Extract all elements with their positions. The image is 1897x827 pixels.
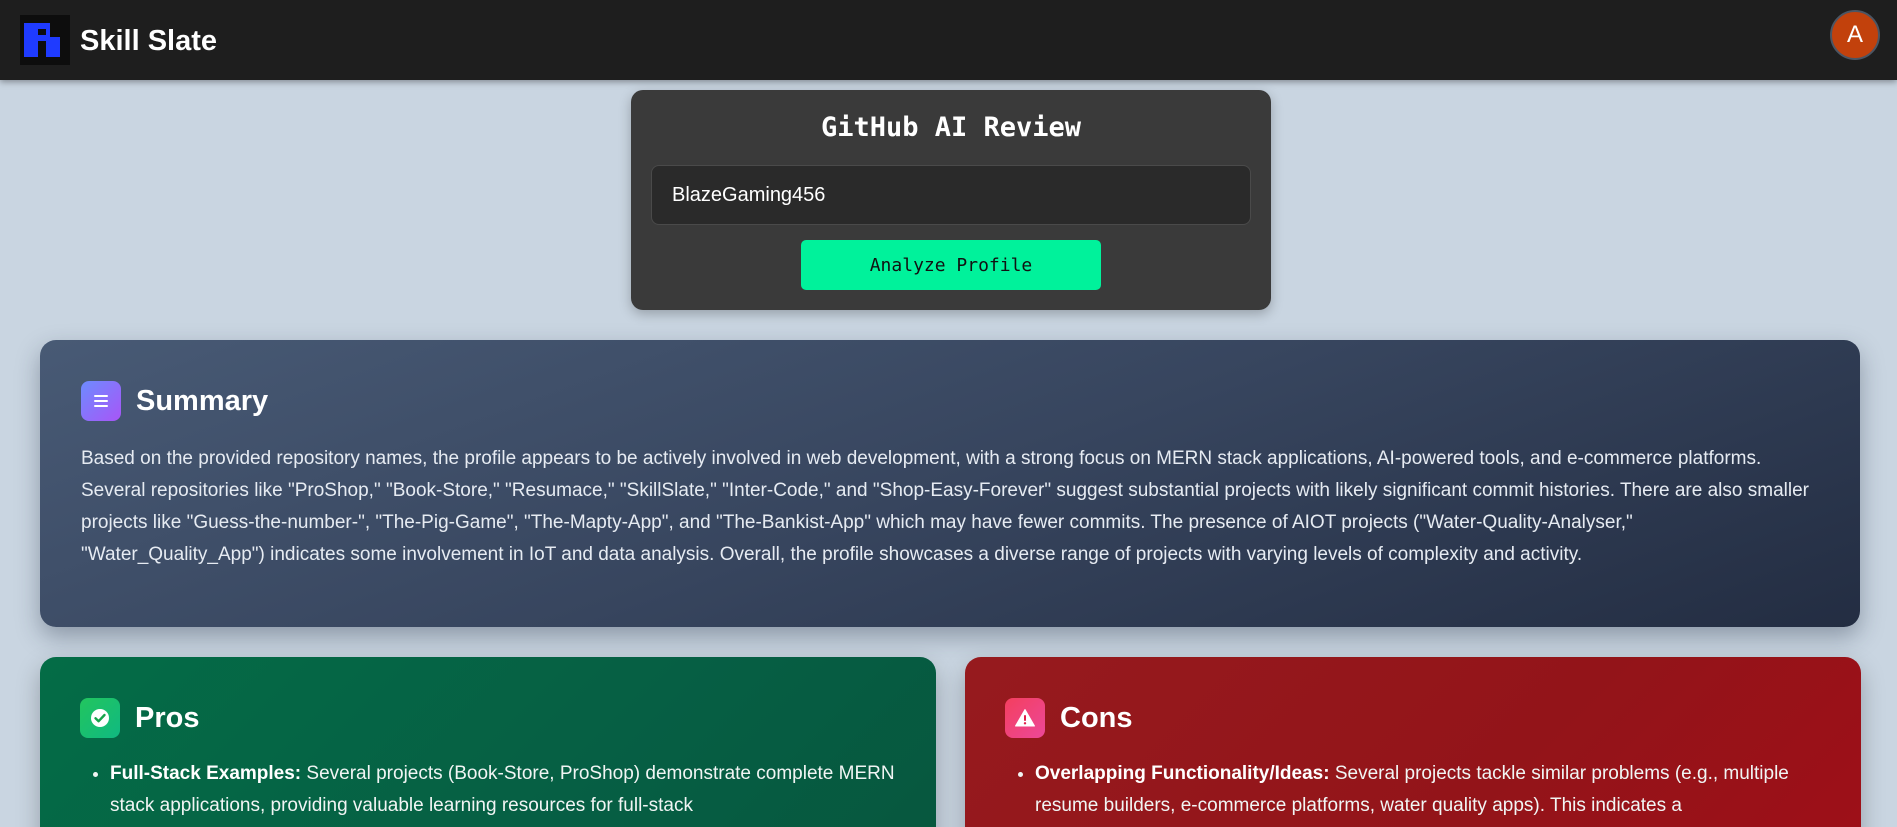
user-avatar[interactable]: A: [1830, 10, 1880, 60]
warning-triangle-icon: [1005, 698, 1045, 738]
check-circle-icon: [80, 698, 120, 738]
analyze-profile-button[interactable]: Analyze Profile: [801, 240, 1101, 290]
github-review-card: GitHub AI Review Analyze Profile: [631, 90, 1271, 310]
review-title: GitHub AI Review: [820, 112, 1082, 143]
summary-title: Summary: [136, 384, 269, 417]
document-lines-icon: [81, 381, 121, 421]
cons-item-title: Overlapping Functionality/Ideas:: [1035, 763, 1330, 784]
pros-card: Pros Full-Stack Examples: Several projec…: [40, 657, 936, 827]
cons-title: Cons: [1060, 701, 1133, 734]
summary-text: Based on the provided repository names, …: [81, 448, 1809, 565]
cons-header: Cons: [1005, 698, 1821, 738]
list-item: Full-Stack Examples: Several projects (B…: [110, 758, 896, 822]
summary-card: Summary Based on the provided repository…: [40, 340, 1860, 627]
brand-name[interactable]: Skill Slate: [80, 24, 217, 58]
skill-slate-logo-icon[interactable]: [20, 15, 70, 65]
pros-title: Pros: [135, 701, 200, 734]
list-item: Overlapping Functionality/Ideas: Several…: [1035, 758, 1821, 822]
cons-card: Cons Overlapping Functionality/Ideas: Se…: [965, 657, 1861, 827]
summary-header: Summary: [81, 381, 1820, 421]
pros-list: Full-Stack Examples: Several projects (B…: [80, 758, 896, 822]
pros-header: Pros: [80, 698, 896, 738]
github-username-input[interactable]: [651, 165, 1251, 225]
navbar: Skill Slate A: [0, 0, 1897, 80]
pros-item-title: Full-Stack Examples:: [110, 763, 302, 784]
cons-list: Overlapping Functionality/Ideas: Several…: [1005, 758, 1821, 822]
